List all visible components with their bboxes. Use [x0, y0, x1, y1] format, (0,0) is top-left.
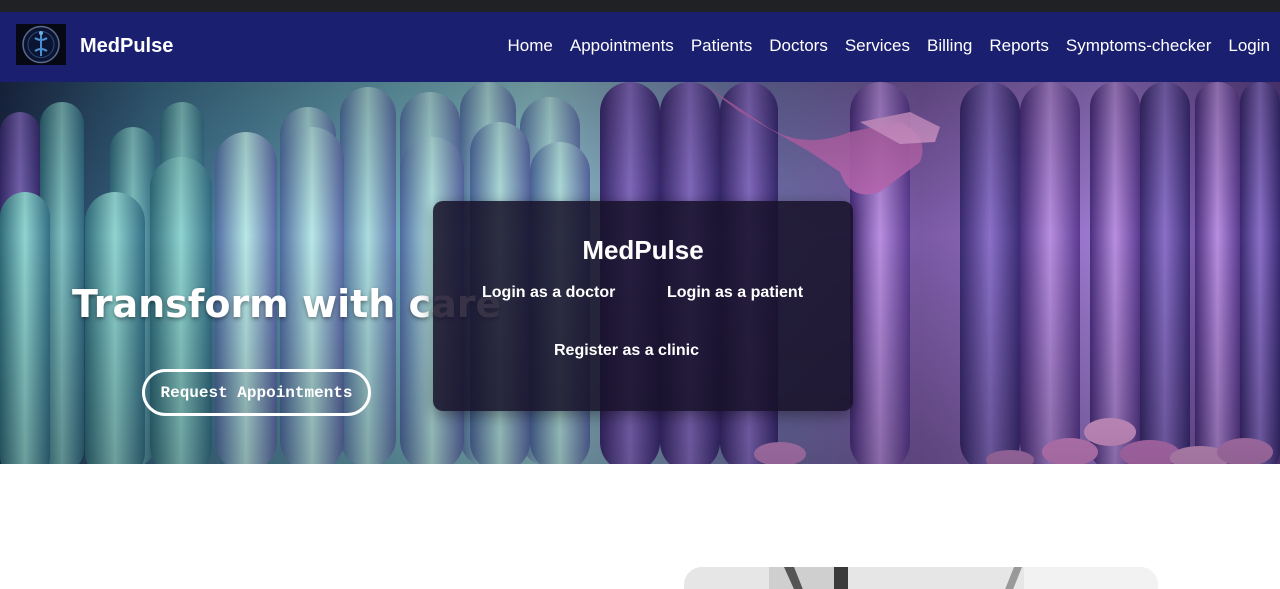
navbar: MedPulse Home Appointments Patients Doct… — [0, 12, 1280, 82]
modal-title: MedPulse — [582, 235, 704, 265]
browser-top-strip — [0, 0, 1280, 12]
nav-home[interactable]: Home — [508, 36, 553, 56]
nav-doctors[interactable]: Doctors — [769, 36, 828, 56]
request-appointments-button[interactable]: Request Appointments — [142, 369, 371, 416]
nav-login[interactable]: Login — [1228, 36, 1270, 56]
nav-billing[interactable]: Billing — [927, 36, 972, 56]
nav-symptoms-checker[interactable]: Symptoms-checker — [1066, 36, 1211, 56]
login-as-patient-link[interactable]: Login as a patient — [667, 284, 803, 302]
login-as-doctor-link[interactable]: Login as a doctor — [482, 284, 615, 302]
nav-reports[interactable]: Reports — [989, 36, 1049, 56]
brand-name[interactable]: MedPulse — [80, 35, 173, 58]
nav-links: Home Appointments Patients Doctors Servi… — [491, 36, 1271, 56]
nav-appointments[interactable]: Appointments — [570, 36, 674, 56]
nav-patients[interactable]: Patients — [691, 36, 752, 56]
medpulse-logo[interactable] — [16, 24, 66, 65]
nav-services[interactable]: Services — [845, 36, 910, 56]
register-as-clinic-link[interactable]: Register as a clinic — [554, 342, 699, 360]
login-modal: MedPulse Login as a doctor Login as a pa… — [433, 201, 853, 411]
feature-image-card — [684, 567, 1158, 589]
